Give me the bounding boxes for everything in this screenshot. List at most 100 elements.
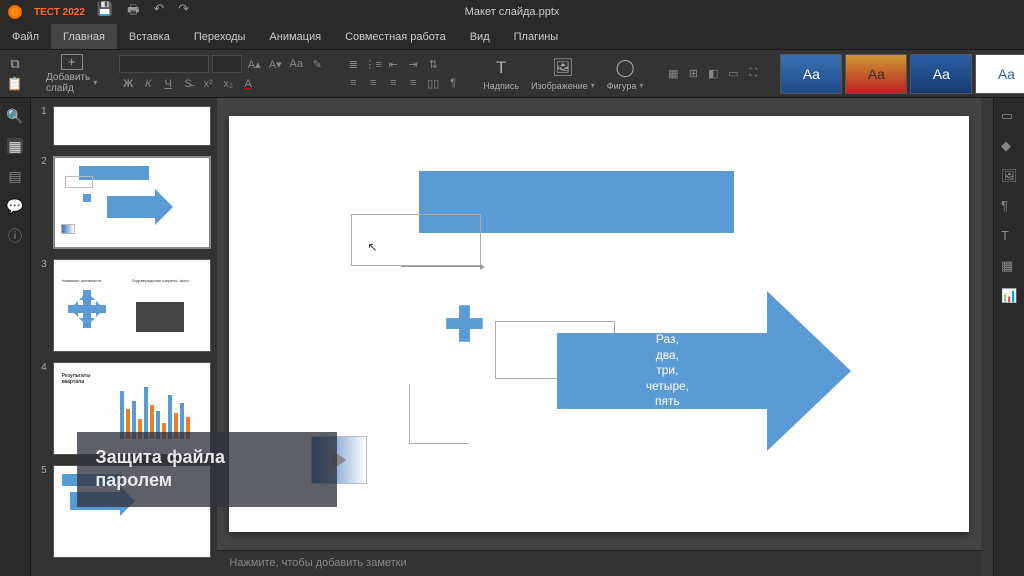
notes-pane[interactable]: Нажмите, чтобы добавить заметки [217, 550, 981, 576]
chevron-down-icon: ▾ [591, 81, 595, 90]
underline-icon[interactable]: Ч [159, 76, 177, 92]
menu-plugins[interactable]: Плагины [502, 24, 571, 49]
menu-animation[interactable]: Анимация [257, 24, 333, 49]
overlay-caption: Защита файлапаролем [77, 432, 337, 507]
canvas-area: ✚ Раз, два, три, четыре, пять [217, 98, 981, 576]
add-slide-label: Добавить слайд [46, 72, 90, 94]
subscript-icon[interactable]: x₂ [219, 76, 237, 92]
slide-canvas[interactable]: ✚ Раз, два, три, четыре, пять [229, 116, 969, 532]
change-slide-icon[interactable]: ▭ [724, 66, 742, 82]
app-brand: ТЕСТ 2022 [34, 7, 85, 18]
slide-size-icon[interactable]: ⛶ [744, 66, 762, 82]
menu-collab[interactable]: Совместная работа [333, 24, 458, 49]
thumb-canvas: Название активности Подтверждение ширины… [53, 259, 212, 352]
align-right-icon[interactable]: ≡ [384, 75, 402, 91]
feedback-icon[interactable]: ⓘ [7, 228, 23, 244]
search-icon[interactable]: 🔍 [7, 108, 23, 124]
theme-gallery: Aa Aa Aa Aa [780, 54, 1024, 94]
chevron-down-icon: ▾ [93, 78, 97, 87]
shape-settings-icon[interactable]: ◆ [1001, 138, 1017, 154]
shape-label: Фигура [607, 81, 637, 91]
paste-icon[interactable]: 📋 [6, 76, 24, 92]
undo-icon[interactable]: ↶ [153, 1, 164, 23]
image-icon: 🖼 [552, 57, 574, 79]
increase-font-icon[interactable]: A▴ [245, 56, 263, 72]
highlight-color-icon[interactable]: ✎ [308, 56, 326, 72]
print-icon[interactable]: 🖶 [127, 1, 139, 23]
shape-frame-3[interactable] [409, 384, 469, 444]
theme-thumb-3[interactable]: Aa [910, 54, 972, 94]
paragraph-settings-icon[interactable]: ¶ [1001, 198, 1017, 214]
thumb-canvas [53, 106, 212, 146]
image-settings-icon[interactable]: 🖼 [1001, 168, 1017, 184]
chat-icon[interactable]: 💬 [7, 198, 23, 214]
save-icon[interactable]: 💾 [97, 1, 113, 23]
redo-icon[interactable]: ↷ [178, 1, 189, 23]
align-objects-icon[interactable]: ⊞ [684, 66, 702, 82]
theme-thumb-4[interactable]: Aa [975, 54, 1024, 94]
insert-special-icon[interactable]: ¶ [444, 75, 462, 91]
slide-thumb-3[interactable]: 3 Название активности Подтверждение шири… [37, 259, 211, 352]
shape-button[interactable]: ◯ Фигура▾ [604, 57, 647, 91]
right-toolbar: ▭ ◆ 🖼 ¶ T ▦ 📊 [993, 98, 1024, 576]
bold-icon[interactable]: Ж [119, 76, 137, 92]
numbering-icon[interactable]: ⋮≡ [364, 56, 382, 72]
connector-arrow-icon[interactable] [401, 266, 481, 267]
decrease-font-icon[interactable]: A▾ [266, 56, 284, 72]
menu-transitions[interactable]: Переходы [182, 24, 258, 49]
decrease-indent-icon[interactable]: ⇤ [384, 56, 402, 72]
menu-bar: Файл Главная Вставка Переходы Анимация С… [0, 24, 1024, 50]
line-spacing-icon[interactable]: ⇅ [424, 56, 442, 72]
left-toolbar: 🔍 ▦ ▤ 💬 ⓘ [0, 98, 31, 576]
font-family-select[interactable] [119, 55, 209, 73]
title-bar: ТЕСТ 2022 💾 🖶 ↶ ↷ Макет слайда.pptx [0, 0, 1024, 24]
slide-thumb-2[interactable]: 2 [37, 156, 211, 249]
shape-icon: ◯ [616, 57, 635, 79]
textbox-icon: T [496, 57, 506, 79]
strike-icon[interactable]: S̶ [179, 76, 197, 92]
slides-view-icon[interactable]: ▦ [7, 138, 23, 154]
workspace: 🔍 ▦ ▤ 💬 ⓘ 1 2 3 Назв [0, 98, 1024, 576]
image-button[interactable]: 🖼 Изображение▾ [528, 57, 598, 91]
notes-placeholder: Нажмите, чтобы добавить заметки [229, 557, 406, 569]
copy-icon[interactable]: ⧉ [6, 56, 24, 72]
superscript-icon[interactable]: x² [199, 76, 217, 92]
menu-home[interactable]: Главная [51, 24, 117, 49]
textbox-label: Надпись [483, 81, 519, 91]
font-size-select[interactable] [212, 55, 242, 73]
increase-indent-icon[interactable]: ⇥ [404, 56, 422, 72]
columns-icon[interactable]: ▯▯ [424, 75, 442, 91]
menu-file[interactable]: Файл [0, 24, 51, 49]
bullets-icon[interactable]: ≣ [344, 56, 362, 72]
app-logo-icon [8, 5, 22, 19]
theme-thumb-1[interactable]: Aa [780, 54, 842, 94]
arrange-icon[interactable]: ▦ [664, 66, 682, 82]
shape-fill-icon[interactable]: ◧ [704, 66, 722, 82]
justify-icon[interactable]: ≡ [404, 75, 422, 91]
image-label: Изображение [531, 81, 588, 91]
document-title: Макет слайда.pptx [465, 6, 560, 18]
align-left-icon[interactable]: ≡ [344, 75, 362, 91]
text-settings-icon[interactable]: T [1001, 228, 1017, 244]
quick-access-toolbar: 💾 🖶 ↶ ↷ [97, 1, 189, 23]
shape-block-arrow[interactable]: Раз, два, три, четыре, пять [557, 291, 857, 451]
textbox-button[interactable]: T Надпись [480, 57, 522, 91]
vertical-scrollbar[interactable] [981, 98, 993, 576]
shape-plus[interactable]: ✚ [444, 302, 484, 350]
chart-settings-icon[interactable]: 📊 [1001, 288, 1017, 304]
menu-view[interactable]: Вид [458, 24, 502, 49]
slide-settings-icon[interactable]: ▭ [1001, 108, 1017, 124]
italic-icon[interactable]: К [139, 76, 157, 92]
font-color-icon[interactable]: A [239, 76, 257, 92]
slide-thumb-1[interactable]: 1 [37, 106, 211, 146]
align-center-icon[interactable]: ≡ [364, 75, 382, 91]
arrow-text: Раз, два, три, четыре, пять [517, 332, 817, 410]
table-settings-icon[interactable]: ▦ [1001, 258, 1017, 274]
thumb-canvas [53, 156, 212, 249]
add-slide-button[interactable]: + Добавить слайд▾ [42, 52, 101, 96]
comments-icon[interactable]: ▤ [7, 168, 23, 184]
theme-thumb-2[interactable]: Aa [845, 54, 907, 94]
menu-insert[interactable]: Вставка [117, 24, 182, 49]
plus-icon: + [61, 54, 83, 70]
change-case-icon[interactable]: Aa [287, 56, 305, 72]
